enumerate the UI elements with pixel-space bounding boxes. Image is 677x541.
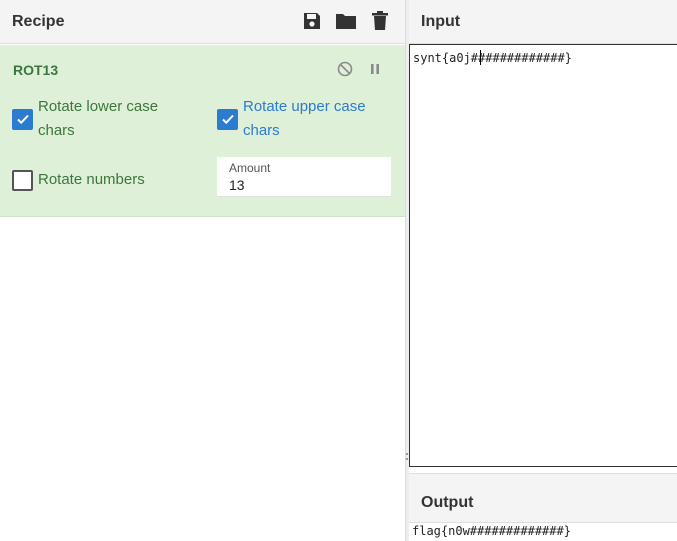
folder-icon[interactable] bbox=[335, 10, 357, 32]
disable-icon[interactable] bbox=[335, 59, 355, 79]
input-textarea[interactable]: synt{a0j#############} bbox=[409, 44, 677, 467]
input-title: Input bbox=[421, 13, 461, 30]
rotate-lower-checkbox[interactable] bbox=[12, 108, 33, 130]
output-title: Output bbox=[421, 494, 474, 511]
input-pane: Input synt{a0j#############} bbox=[409, 0, 677, 468]
rotate-upper-option[interactable]: Rotate upper case chars bbox=[217, 95, 397, 143]
output-header: Output bbox=[409, 473, 677, 523]
amount-field[interactable]: Amount bbox=[217, 157, 391, 197]
amount-label: Amount bbox=[229, 161, 271, 175]
recipe-title: Recipe bbox=[12, 13, 65, 30]
output-text[interactable]: flag{n0w#############} bbox=[412, 524, 571, 538]
amount-input[interactable] bbox=[229, 177, 379, 193]
output-pane: Output flag{n0w#############} bbox=[409, 468, 677, 541]
pause-icon[interactable] bbox=[365, 59, 385, 79]
recipe-header: Recipe bbox=[0, 0, 405, 44]
rotate-numbers-checkbox[interactable] bbox=[12, 169, 33, 191]
rotate-numbers-label: Rotate numbers bbox=[38, 171, 145, 188]
recipe-pane: Recipe ROT13 Rotate lower case chars Rot… bbox=[0, 0, 405, 541]
input-header: Input bbox=[409, 0, 677, 44]
text-cursor bbox=[480, 50, 481, 65]
trash-icon[interactable] bbox=[369, 10, 391, 32]
recipe-toolbar bbox=[301, 10, 391, 32]
rotate-upper-checkbox[interactable] bbox=[217, 108, 238, 130]
operation-title: ROT13 bbox=[13, 62, 59, 78]
rotate-numbers-option[interactable]: Rotate numbers bbox=[12, 168, 145, 192]
rotate-upper-label: Rotate upper case chars bbox=[243, 98, 366, 139]
rotate-lower-label: Rotate lower case chars bbox=[38, 98, 159, 139]
operation-rot13[interactable]: ROT13 Rotate lower case chars Rotate upp… bbox=[0, 45, 405, 217]
save-icon[interactable] bbox=[301, 10, 323, 32]
operation-controls bbox=[335, 59, 385, 79]
rotate-lower-option[interactable]: Rotate lower case chars bbox=[12, 95, 202, 143]
input-text: synt{a0j#############} bbox=[413, 51, 572, 65]
